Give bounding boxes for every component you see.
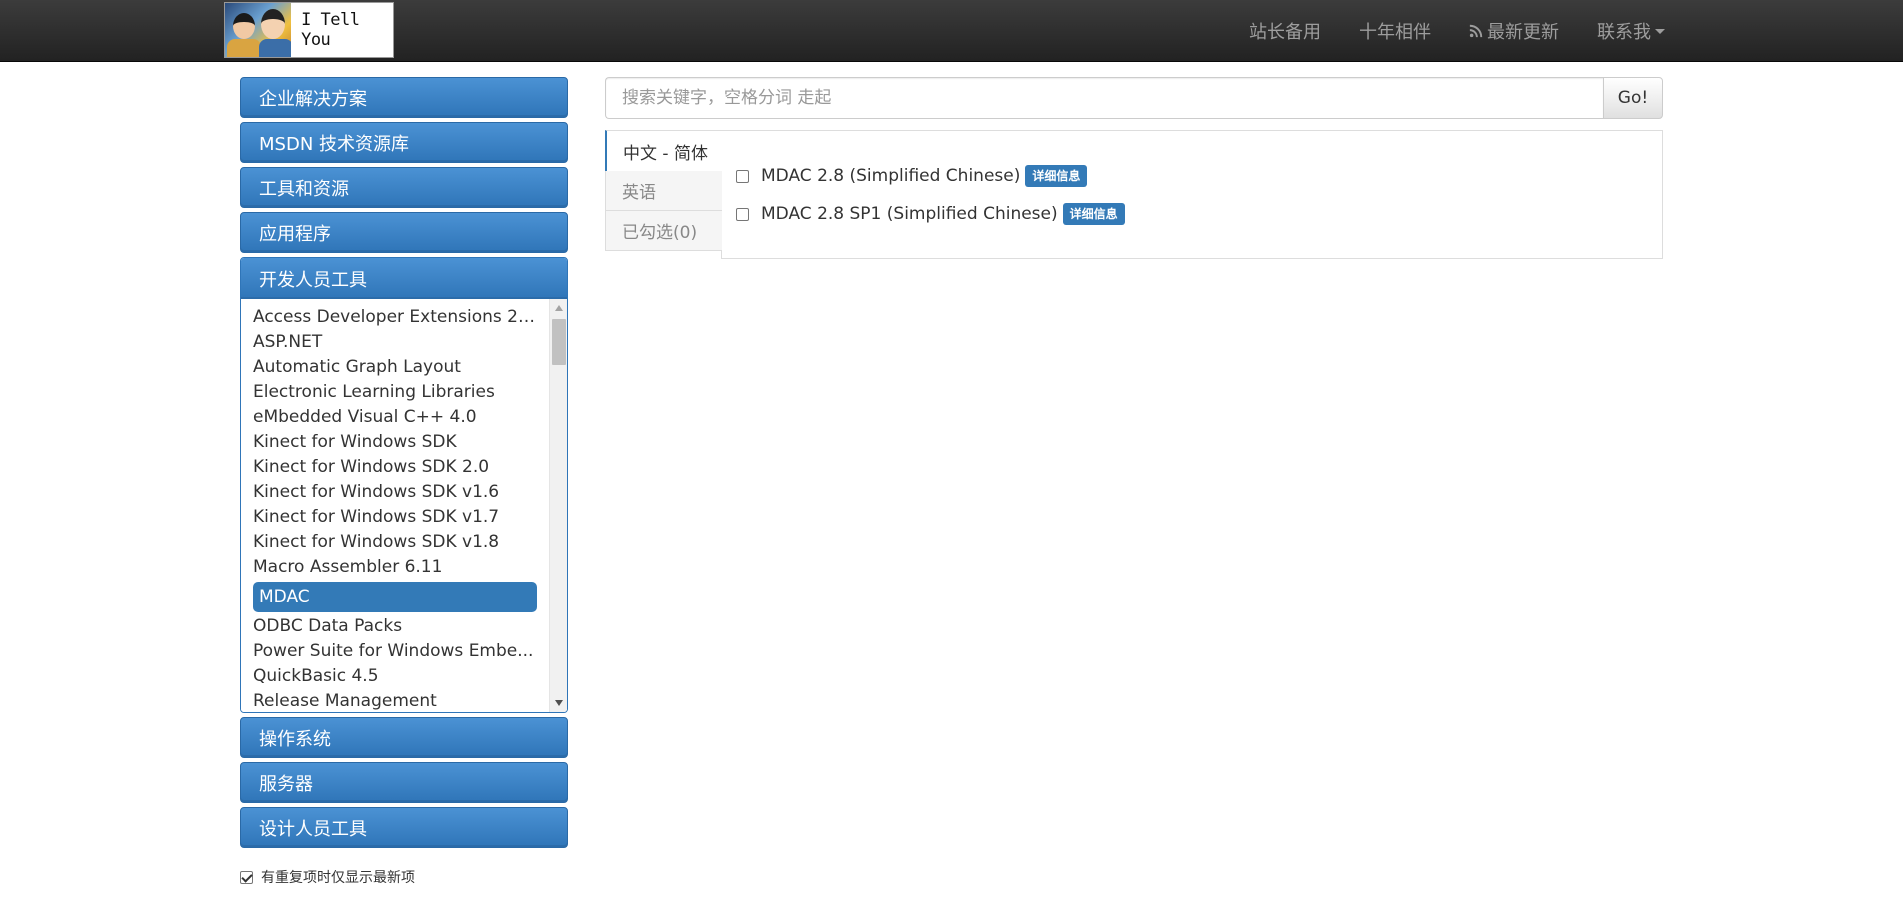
tab-simplified-chinese[interactable]: 中文 - 简体 bbox=[605, 130, 723, 171]
list-item[interactable]: eMbedded Visual C++ 4.0 bbox=[241, 405, 537, 430]
file-checkbox[interactable] bbox=[736, 169, 749, 183]
file-name[interactable]: MDAC 2.8 (Simplified Chinese) bbox=[761, 166, 1020, 186]
caret-down-icon bbox=[1655, 28, 1665, 34]
category-servers[interactable]: 服务器 bbox=[240, 762, 568, 803]
list-item[interactable]: Kinect for Windows SDK v1.6 bbox=[241, 480, 537, 505]
file-row[interactable]: MDAC 2.8 (Simplified Chinese) 详细信息 bbox=[736, 165, 1088, 187]
category-tools-resources[interactable]: 工具和资源 bbox=[240, 167, 568, 208]
product-list-container: Access Developer Extensions 20... ASP.NET… bbox=[241, 299, 567, 712]
list-item[interactable]: Access Developer Extensions 20... bbox=[241, 305, 537, 330]
language-panel: MDAC 2.8 (Simplified Chinese) 详细信息 MDAC … bbox=[605, 130, 1663, 259]
list-item[interactable]: Electronic Learning Libraries bbox=[241, 380, 537, 405]
category-label: 应用程序 bbox=[259, 223, 331, 245]
category-label: 服务器 bbox=[259, 773, 313, 795]
category-developer-tools-panel: 开发人员工具 Access Developer Extensions 20...… bbox=[240, 257, 568, 713]
file-list: MDAC 2.8 (Simplified Chinese) 详细信息 MDAC … bbox=[721, 130, 1663, 259]
category-applications[interactable]: 应用程序 bbox=[240, 212, 568, 253]
category-designer-tools[interactable]: 设计人员工具 bbox=[240, 807, 568, 848]
file-checkbox[interactable] bbox=[736, 207, 749, 221]
logo-image bbox=[225, 3, 292, 57]
nav-link-backup[interactable]: 站长备用 bbox=[1249, 18, 1321, 44]
dedupe-option[interactable]: 有重复项时仅显示最新项 bbox=[240, 867, 415, 887]
site-logo[interactable]: I Tell You bbox=[224, 2, 394, 58]
nav-label: 最新更新 bbox=[1487, 22, 1559, 43]
tab-checked[interactable]: 已勾选(0) bbox=[605, 210, 722, 251]
product-list-scrollbar[interactable] bbox=[549, 299, 567, 712]
nav-label: 十年相伴 bbox=[1359, 22, 1431, 43]
language-tabs: 中文 - 简体 英语 已勾选(0) bbox=[605, 130, 723, 251]
list-item[interactable]: Power Suite for Windows Embe... bbox=[241, 639, 537, 664]
logo-text: I Tell You bbox=[301, 10, 360, 50]
nav-menu: 站长备用 十年相伴 最新更新 联系我 bbox=[1211, 0, 1665, 62]
category-label: 企业解决方案 bbox=[259, 88, 367, 110]
category-label: 操作系统 bbox=[259, 728, 331, 750]
nav-link-latest-updates[interactable]: 最新更新 bbox=[1469, 18, 1559, 44]
category-developer-tools[interactable]: 开发人员工具 bbox=[241, 258, 567, 299]
search-go-button[interactable]: Go! bbox=[1603, 77, 1663, 119]
details-badge[interactable]: 详细信息 bbox=[1062, 203, 1125, 225]
category-label: 设计人员工具 bbox=[259, 818, 367, 840]
category-label: 工具和资源 bbox=[259, 178, 349, 200]
product-list[interactable]: Access Developer Extensions 20... ASP.NET… bbox=[241, 299, 549, 712]
list-item[interactable]: Kinect for Windows SDK bbox=[241, 430, 537, 455]
file-row[interactable]: MDAC 2.8 SP1 (Simplified Chinese) 详细信息 bbox=[736, 203, 1125, 225]
nav-link-ten-years[interactable]: 十年相伴 bbox=[1359, 18, 1431, 44]
list-item[interactable]: Kinect for Windows SDK v1.7 bbox=[241, 505, 537, 530]
top-navbar: I Tell You 站长备用 十年相伴 最新更新 联系我 bbox=[0, 0, 1903, 62]
search-input[interactable] bbox=[605, 77, 1603, 119]
list-item[interactable]: QuickBasic 4.5 bbox=[241, 664, 537, 689]
dedupe-checkbox[interactable] bbox=[240, 870, 253, 884]
nav-label: 站长备用 bbox=[1249, 22, 1321, 43]
list-item-active[interactable]: MDAC bbox=[253, 582, 537, 612]
scroll-down-arrow-icon[interactable] bbox=[555, 700, 563, 706]
details-badge[interactable]: 详细信息 bbox=[1025, 165, 1088, 187]
list-item[interactable]: Macro Assembler 6.11 bbox=[241, 555, 537, 580]
list-item[interactable]: Release Management bbox=[241, 689, 537, 712]
list-item[interactable]: Automatic Graph Layout bbox=[241, 355, 537, 380]
dedupe-label: 有重复项时仅显示最新项 bbox=[261, 870, 415, 886]
search-bar: Go! bbox=[605, 77, 1663, 119]
list-item[interactable]: Kinect for Windows SDK 2.0 bbox=[241, 455, 537, 480]
rss-icon bbox=[1469, 24, 1483, 38]
list-item[interactable]: Kinect for Windows SDK v1.8 bbox=[241, 530, 537, 555]
scroll-thumb[interactable] bbox=[552, 319, 566, 365]
scroll-up-arrow-icon[interactable] bbox=[555, 305, 563, 311]
category-sidebar: 企业解决方案 MSDN 技术资源库 工具和资源 应用程序 开发人员工具 Acce… bbox=[240, 77, 568, 852]
category-enterprise-solutions[interactable]: 企业解决方案 bbox=[240, 77, 568, 118]
nav-label: 联系我 bbox=[1597, 22, 1651, 43]
category-label: MSDN 技术资源库 bbox=[259, 133, 410, 155]
tab-english[interactable]: 英语 bbox=[605, 170, 722, 211]
file-name[interactable]: MDAC 2.8 SP1 (Simplified Chinese) bbox=[761, 204, 1058, 224]
nav-link-contact[interactable]: 联系我 bbox=[1597, 18, 1665, 44]
list-item[interactable]: ASP.NET bbox=[241, 330, 537, 355]
category-label: 开发人员工具 bbox=[259, 269, 367, 291]
category-msdn-library[interactable]: MSDN 技术资源库 bbox=[240, 122, 568, 163]
list-item[interactable]: ODBC Data Packs bbox=[241, 614, 537, 639]
category-operating-systems[interactable]: 操作系统 bbox=[240, 717, 568, 758]
